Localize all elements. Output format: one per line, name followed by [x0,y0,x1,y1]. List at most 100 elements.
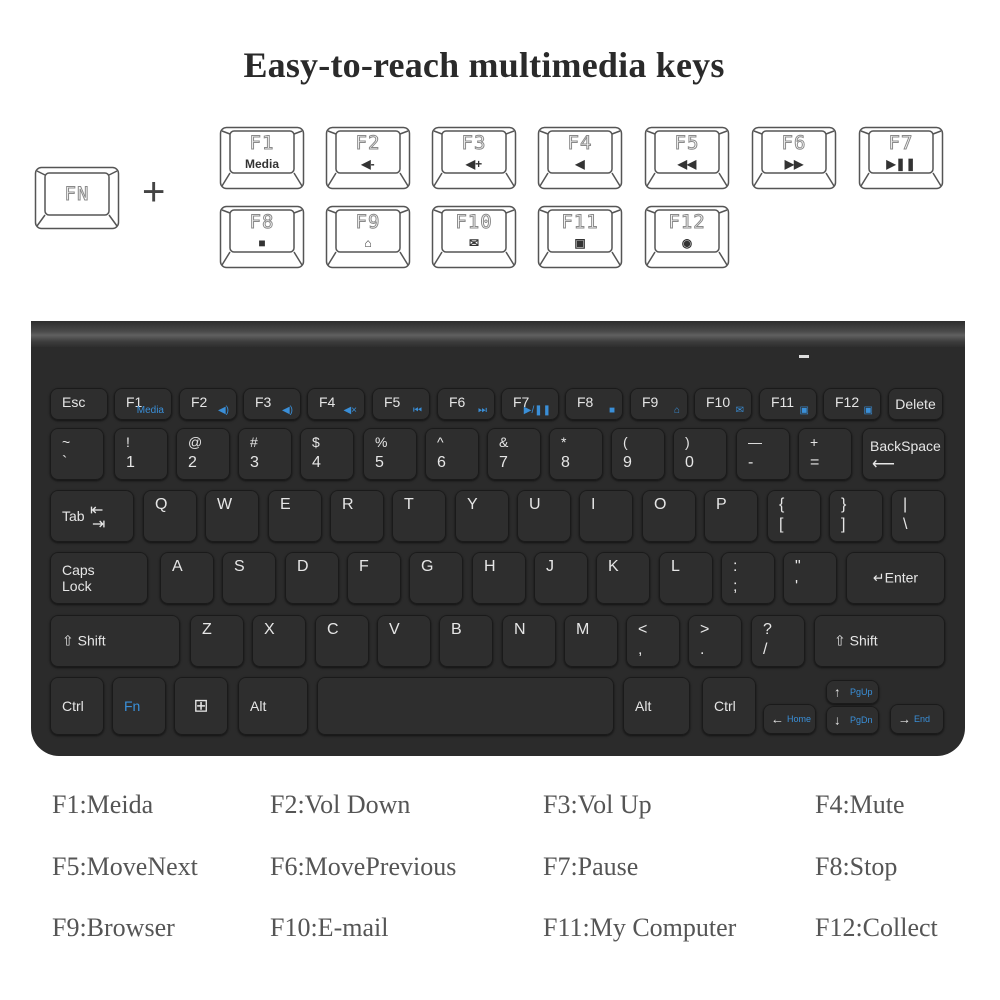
key-delete[interactable]: Delete [888,388,943,420]
key-label: ⇧ Shift [834,632,878,649]
key-1[interactable]: ! 1 [114,428,168,480]
key-o[interactable]: O [642,490,696,542]
key-c[interactable]: C [315,615,369,667]
key-i[interactable]: I [579,490,633,542]
key-f5[interactable]: F5 ⏮ [372,388,430,420]
key-f11[interactable]: F11 ▣ [759,388,817,420]
key-/[interactable]: ? / [751,615,805,667]
key-ctrl-left[interactable]: Ctrl [50,677,104,735]
key-tab[interactable]: Tab ⇤ ⇥ [50,490,134,542]
key-.[interactable]: >. [688,615,742,667]
key-'[interactable]: " ' [783,552,837,604]
key-7[interactable]: & 7 [487,428,541,480]
key-4[interactable]: $4 [300,428,354,480]
key-t[interactable]: T [392,490,446,542]
key-caps-lock[interactable]: Caps Lock [50,552,148,604]
key-fn[interactable]: Fn [112,677,166,735]
key-label: ⇧ Shift [62,632,106,649]
key-e[interactable]: E [268,490,322,542]
key-f8[interactable]: F8 ■ [565,388,623,420]
key-9[interactable]: (9 [611,428,665,480]
key-u[interactable]: U [517,490,571,542]
key-f9[interactable]: F9 ⌂ [630,388,688,420]
key-label: Delete [895,396,936,412]
key-x[interactable]: X [252,615,306,667]
key-backspace[interactable]: BackSpace ⟵ [862,428,945,480]
key-a[interactable]: A [160,552,214,604]
key-pgdn-down[interactable]: ↓ PgDn [826,706,879,734]
collect-icon: ◉ [681,236,693,250]
key-label: Lock [62,578,92,594]
key-f4[interactable]: F4 ◀× [307,388,365,420]
key-`[interactable]: ~ ` [50,428,104,480]
key-6[interactable]: ^ 6 [425,428,479,480]
key-w[interactable]: W [205,490,259,542]
media-function-icon: ▶/❚❚ [523,405,551,416]
media-function-icon: Media [136,405,164,416]
key-shift-label: # [250,434,258,450]
key-=[interactable]: + = [798,428,852,480]
mail-icon: ✉ [468,236,480,250]
legend-item: F7:Pause [543,852,639,881]
key-s[interactable]: S [222,552,276,604]
stop-icon: ■ [258,236,266,250]
key-;[interactable]: :; [721,552,775,604]
key-f3[interactable]: F3 ◀) [243,388,301,420]
key-m[interactable]: M [564,615,618,667]
key-[[interactable]: {[ [767,490,821,542]
fast-forward-icon: ▶▶ [784,157,804,171]
key-\[interactable]: | \ [891,490,945,542]
legend-item: F1:Meida [52,790,154,819]
keycap-label: F4 [567,132,593,155]
key-label: F10 [706,394,731,410]
key-r[interactable]: R [330,490,384,542]
key-label: . [700,641,705,658]
key-0[interactable]: ) 0 [673,428,727,480]
key-f6[interactable]: F6 ⏭ [437,388,495,420]
legend-item: F9:Browser [52,913,175,942]
key-3[interactable]: #3 [238,428,292,480]
key-ctrl-right[interactable]: Ctrl [702,677,756,735]
key-f1[interactable]: F1 Media [114,388,172,420]
key-k[interactable]: K [596,552,650,604]
key-shift-right[interactable]: ⇧ Shift [814,615,945,667]
key-z[interactable]: Z [190,615,244,667]
key-enter[interactable]: ↵Enter [846,552,945,604]
key-q[interactable]: Q [143,490,197,542]
key-label: ; [733,578,738,595]
key-label: Y [467,496,478,513]
key-pgup-up[interactable]: ↑ PgUp [826,680,879,704]
key-8[interactable]: * 8 [549,428,603,480]
key-h[interactable]: H [472,552,526,604]
key-5[interactable]: % 5 [363,428,417,480]
key-p[interactable]: P [704,490,758,542]
key-d[interactable]: D [285,552,339,604]
key-esc[interactable]: Esc [50,388,108,420]
key-home-left[interactable]: ← Home [763,704,816,734]
key-label: , [638,641,643,658]
key-label: N [514,621,526,638]
keycap-illustration-f1: F1 Media [219,126,305,190]
key-y[interactable]: Y [455,490,509,542]
key-f[interactable]: F [347,552,401,604]
key-f7[interactable]: F7 ▶/❚❚ [501,388,559,420]
key-b[interactable]: B [439,615,493,667]
key-g[interactable]: G [409,552,463,604]
key-][interactable]: }] [829,490,883,542]
key-end-right[interactable]: → End [890,704,944,734]
key-f2[interactable]: F2 ◀) [179,388,237,420]
key-space[interactable] [317,677,614,735]
key-f10[interactable]: F10 ✉ [694,388,752,420]
key-2[interactable]: @2 [176,428,230,480]
key-f12[interactable]: F12 ▣ [823,388,881,420]
key-windows[interactable]: ⊞ [174,677,228,735]
key-l[interactable]: L [659,552,713,604]
key-alt-left[interactable]: Alt [238,677,308,735]
key--[interactable]: — - [736,428,790,480]
key-n[interactable]: N [502,615,556,667]
key-,[interactable]: <, [626,615,680,667]
key-j[interactable]: J [534,552,588,604]
key-v[interactable]: V [377,615,431,667]
key-alt-right[interactable]: Alt [623,677,690,735]
key-shift-left[interactable]: ⇧ Shift [50,615,180,667]
